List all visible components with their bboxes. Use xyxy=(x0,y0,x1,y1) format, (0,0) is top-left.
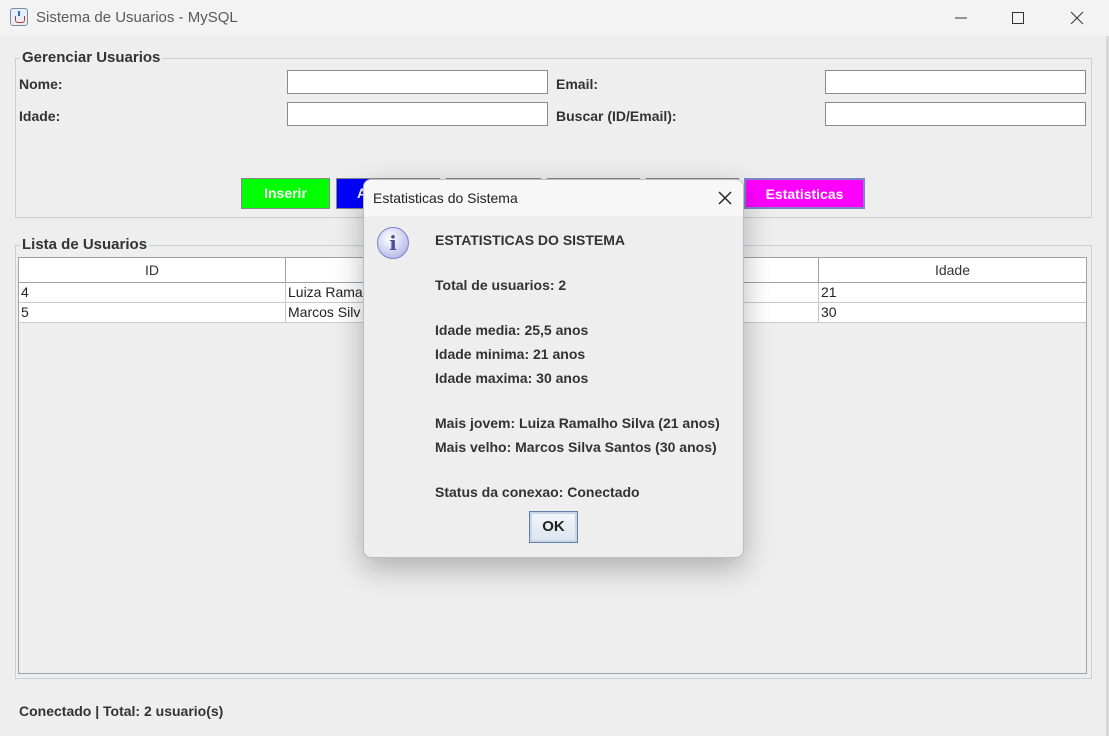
close-icon xyxy=(1070,11,1084,25)
stats-connection-status: Status da conexao: Conectado xyxy=(435,484,640,500)
title-bar: Sistema de Usuarios - MySQL xyxy=(0,0,1109,36)
ok-button[interactable]: OK xyxy=(529,511,578,543)
idade-input[interactable] xyxy=(287,102,548,126)
close-icon xyxy=(718,191,732,205)
minimize-icon xyxy=(955,17,967,19)
inserir-button[interactable]: Inserir xyxy=(241,178,330,209)
info-icon: i xyxy=(377,227,409,259)
buscar-input[interactable] xyxy=(825,102,1086,126)
stats-oldest: Mais velho: Marcos Silva Santos (30 anos… xyxy=(435,439,717,455)
idade-label: Idade: xyxy=(19,108,61,124)
cell-idade: 30 xyxy=(821,304,837,320)
stats-youngest: Mais jovem: Luiza Ramalho Silva (21 anos… xyxy=(435,415,720,431)
column-header-idade[interactable]: Idade xyxy=(819,258,1086,283)
nome-label: Nome: xyxy=(19,76,63,92)
users-list-legend: Lista de Usuarios xyxy=(20,236,150,253)
statistics-dialog: Estatisticas do Sistema i ESTATISTICAS D… xyxy=(363,179,744,558)
dialog-close-button[interactable] xyxy=(717,190,733,206)
minimize-button[interactable] xyxy=(938,0,984,36)
estatisticas-button[interactable]: Estatisticas xyxy=(744,178,865,209)
stats-max-age: Idade maxima: 30 anos xyxy=(435,370,589,386)
stats-min-age: Idade minima: 21 anos xyxy=(435,346,586,362)
cell-id: 5 xyxy=(19,303,286,323)
dialog-title: Estatisticas do Sistema xyxy=(373,190,518,206)
email-label: Email: xyxy=(556,76,599,92)
manage-users-legend: Gerenciar Usuarios xyxy=(20,49,163,66)
buscar-label: Buscar (ID/Email): xyxy=(556,108,677,124)
cell-id: 4 xyxy=(19,283,286,303)
status-bar-text: Conectado | Total: 2 usuario(s) xyxy=(19,703,224,719)
maximize-icon xyxy=(1012,12,1024,24)
stats-heading: ESTATISTICAS DO SISTEMA xyxy=(435,232,626,248)
maximize-button[interactable] xyxy=(995,0,1041,36)
stats-average-age: Idade media: 25,5 anos xyxy=(435,322,589,338)
window-title: Sistema de Usuarios - MySQL xyxy=(36,9,238,26)
close-window-button[interactable] xyxy=(1054,0,1100,36)
java-app-icon xyxy=(10,8,28,26)
nome-input[interactable] xyxy=(287,70,548,94)
email-input[interactable] xyxy=(825,70,1086,94)
cell-idade: 21 xyxy=(821,284,837,300)
stats-total-users: Total de usuarios: 2 xyxy=(435,277,567,293)
dialog-title-bar: Estatisticas do Sistema xyxy=(364,180,743,216)
column-header-id[interactable]: ID xyxy=(19,258,286,283)
